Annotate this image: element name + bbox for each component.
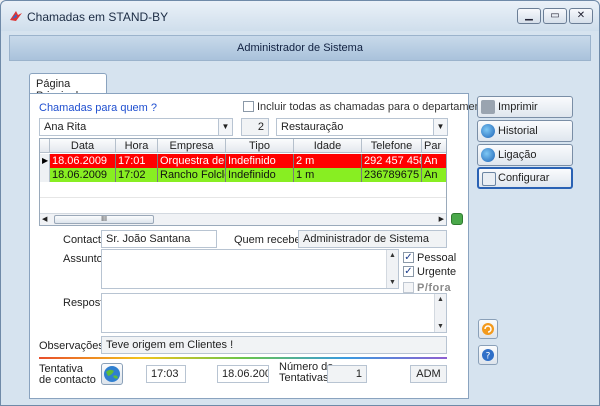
scroll-left-icon[interactable]: ◀ (42, 215, 47, 223)
chevron-down-icon[interactable]: ▼ (218, 119, 232, 135)
cell-empresa: Orquestra de Vi (158, 154, 226, 168)
col-header-empresa[interactable]: Empresa (158, 139, 226, 153)
ligacao-button[interactable]: Ligação (477, 144, 573, 166)
refresh-icon (482, 323, 494, 335)
cell-idade: 2 m (294, 154, 362, 168)
empty-rows (40, 183, 446, 213)
imprimir-label: Imprimir (498, 101, 538, 113)
row-indicator (40, 168, 50, 182)
col-header-tipo[interactable]: Tipo (226, 139, 294, 153)
col-header-par[interactable]: Par (422, 139, 446, 153)
help-button[interactable]: ? (478, 345, 498, 365)
tentativa-label-2: de contacto (39, 374, 96, 386)
quem-recebeu-field: Administrador de Sistema (298, 230, 447, 248)
configurar-label: Configurar (498, 172, 550, 184)
user-field: ADM (410, 365, 447, 383)
help-icon: ? (482, 349, 494, 362)
refresh-button[interactable] (478, 319, 498, 339)
resposta-scrollbar[interactable]: ▲ ▼ (434, 294, 446, 332)
row-indicator-header (40, 139, 50, 153)
time-field[interactable]: 17:03 (146, 365, 186, 383)
assunto-label: Assunto (63, 253, 103, 265)
col-header-idade[interactable]: Idade (294, 139, 362, 153)
app-icon (10, 11, 22, 21)
scroll-up-icon[interactable]: ▲ (435, 294, 446, 305)
printer-icon (481, 100, 495, 114)
cell-hora: 17:02 (116, 168, 158, 182)
scroll-thumb[interactable]: III (54, 215, 154, 224)
resposta-textarea[interactable]: ▲ ▼ (101, 293, 447, 333)
cell-par: An (422, 154, 446, 168)
configurar-button[interactable]: Configurar (477, 167, 573, 189)
urgente-label: Urgente (417, 266, 457, 278)
settings-icon (482, 172, 496, 186)
maximize-button[interactable]: ▭ (543, 8, 567, 24)
contact-attempt-button[interactable] (101, 363, 123, 385)
include-all-label: Incluir todas as chamadas para o departa… (257, 101, 490, 113)
cell-par: An (422, 168, 446, 182)
cell-tipo: Indefinido (226, 168, 294, 182)
cell-hora: 17:01 (116, 154, 158, 168)
ligacao-label: Ligação (498, 149, 537, 161)
export-excel-icon[interactable] (451, 213, 463, 225)
quem-recebeu-label: Quem recebeu (234, 234, 307, 246)
col-header-hora[interactable]: Hora (116, 139, 158, 153)
cell-empresa: Rancho Folclório (158, 168, 226, 182)
chevron-down-icon[interactable]: ▼ (433, 119, 447, 135)
urgente-checkbox[interactable]: ✓ (403, 266, 414, 277)
scroll-right-icon[interactable]: ▶ (439, 215, 444, 223)
col-header-data[interactable]: Data (50, 139, 116, 153)
chamadas-label: Chamadas para quem ? (39, 102, 158, 114)
observacoes-field: Teve origem em Clientes ! (101, 336, 447, 354)
tab-pagina-principal[interactable]: Página Principal (29, 73, 107, 102)
close-button[interactable]: ✕ (569, 8, 593, 24)
scroll-down-icon[interactable]: ▼ (435, 321, 446, 332)
pfora-checkbox (403, 282, 414, 293)
cell-telefone: 236789675 (362, 168, 422, 182)
calls-table: Data Hora Empresa Tipo Idade Telefone Pa… (39, 138, 447, 226)
cell-data: 18.06.2009 (50, 168, 116, 182)
window-title: Chamadas em STAND-BY (27, 10, 169, 24)
pessoal-checkbox[interactable]: ✓ (403, 252, 414, 263)
historial-label: Historial (498, 125, 538, 137)
link-globe-icon (481, 148, 495, 162)
contacto-field[interactable]: Sr. João Santana (101, 230, 217, 248)
cell-idade: 1 m (294, 168, 362, 182)
title-bar: Chamadas em STAND-BY ▁ ▭ ✕ (1, 1, 599, 31)
header-title: Administrador de Sistema (237, 42, 363, 54)
department-select[interactable]: Restauração ▼ (276, 118, 448, 136)
scroll-down-icon[interactable]: ▼ (387, 277, 398, 288)
horizontal-scrollbar[interactable]: ◀ III ▶ (40, 213, 446, 225)
pessoal-label: Pessoal (417, 252, 457, 264)
page-header: Administrador de Sistema (9, 35, 591, 61)
cell-telefone: 292 457 458 (362, 154, 422, 168)
minimize-button[interactable]: ▁ (517, 8, 541, 24)
person-select[interactable]: Ana Rita ▼ (39, 118, 233, 136)
person-value: Ana Rita (44, 121, 87, 133)
globe-icon (481, 124, 495, 138)
observacoes-label: Observações (39, 340, 104, 352)
row-pointer-icon: ▶ (40, 154, 50, 168)
assunto-textarea[interactable]: ▲ ▼ (101, 249, 399, 289)
date-field[interactable]: 18.06.2009 (217, 365, 269, 383)
color-divider (39, 357, 447, 359)
imprimir-button[interactable]: Imprimir (477, 96, 573, 118)
cell-data: 18.06.2009 (50, 154, 116, 168)
globe-icon (104, 366, 120, 382)
include-all-checkbox[interactable] (243, 101, 254, 112)
main-window: Chamadas em STAND-BY ▁ ▭ ✕ Administrador… (0, 0, 600, 406)
svg-text:?: ? (486, 352, 491, 362)
numero-label-2: Tentativas (279, 372, 329, 384)
col-header-telefone[interactable]: Telefone (362, 139, 422, 153)
cell-tipo: Indefinido (226, 154, 294, 168)
department-value: Restauração (281, 121, 344, 133)
assunto-scrollbar[interactable]: ▲ ▼ (386, 250, 398, 288)
count-field: 2 (241, 118, 269, 136)
scroll-up-icon[interactable]: ▲ (387, 250, 398, 261)
historial-button[interactable]: Historial (477, 120, 573, 142)
numero-field: 1 (327, 365, 367, 383)
